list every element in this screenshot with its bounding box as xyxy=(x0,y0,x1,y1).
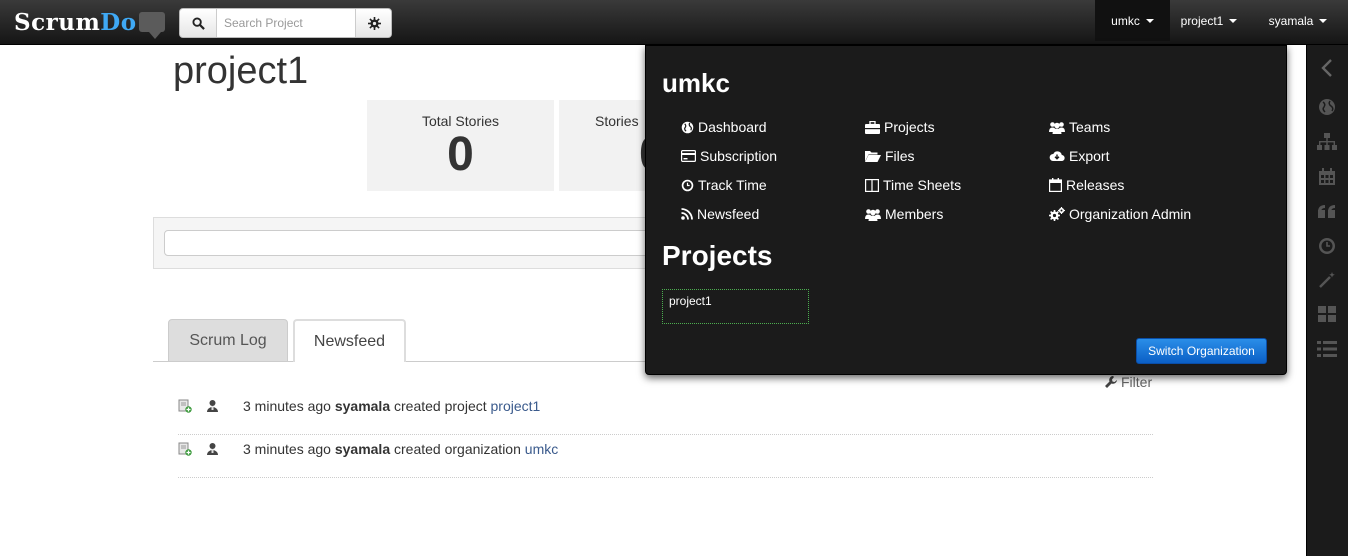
menu-item-time-sheets[interactable]: Time Sheets xyxy=(865,177,961,193)
project-created-icon xyxy=(178,399,192,413)
menu-item-label: Newsfeed xyxy=(697,206,760,222)
clock-icon[interactable] xyxy=(1316,235,1338,257)
clock-icon xyxy=(681,179,694,191)
search-button[interactable] xyxy=(180,9,217,37)
rss-icon xyxy=(681,208,693,220)
menu-item-label: Files xyxy=(885,148,915,164)
feed-item: 3 minutes ago syamala created organizati… xyxy=(178,435,1153,478)
menu-item-label: Organization Admin xyxy=(1069,206,1192,222)
menu-item-files[interactable]: Files xyxy=(865,148,915,164)
menu-item-projects[interactable]: Projects xyxy=(865,119,935,135)
menu-item-export[interactable]: Export xyxy=(1049,148,1109,164)
feed-action: created project xyxy=(394,398,487,414)
dropdown-org-title: umkc xyxy=(662,68,730,98)
filter-label: Filter xyxy=(1121,374,1153,390)
nav-user-dropdown[interactable]: syamala xyxy=(1258,0,1338,41)
nav-org-label: umkc xyxy=(1111,13,1140,28)
right-sidebar xyxy=(1306,45,1348,556)
menu-item-label: Time Sheets xyxy=(883,177,962,193)
switch-organization-button[interactable]: Switch Organization xyxy=(1136,338,1267,364)
group-icon xyxy=(865,208,881,221)
menu-item-label: Track Time xyxy=(698,177,767,193)
menu-item-label: Releases xyxy=(1066,177,1125,193)
menu-item-label: Teams xyxy=(1069,119,1111,135)
organization-created-icon xyxy=(178,442,192,456)
user-icon xyxy=(207,443,218,455)
columns-icon xyxy=(865,178,879,192)
feed-user[interactable]: syamala xyxy=(335,398,390,414)
feed-text: 3 minutes ago syamala created project pr… xyxy=(243,398,540,414)
folder-open-icon xyxy=(865,151,881,162)
list-icon[interactable] xyxy=(1316,338,1338,360)
briefcase-icon xyxy=(865,120,880,134)
gear-icon xyxy=(367,16,381,30)
menu-item-track-time[interactable]: Track Time xyxy=(681,177,767,193)
feed-time: 3 minutes ago xyxy=(243,398,331,414)
tab-scrum-log[interactable]: Scrum Log xyxy=(168,319,288,362)
menu-item-label: Dashboard xyxy=(698,119,767,135)
search-input[interactable] xyxy=(218,9,354,37)
dashboard-grid-icon[interactable] xyxy=(1316,303,1338,325)
sitemap-icon[interactable] xyxy=(1316,131,1338,153)
menu-item-label: Subscription xyxy=(700,148,778,164)
chevron-down-icon xyxy=(1319,18,1328,23)
feed-item: 3 minutes ago syamala created project pr… xyxy=(178,392,1153,435)
feed-action: created organization xyxy=(394,441,521,457)
menu-item-organization-admin[interactable]: Organization Admin xyxy=(1049,206,1191,222)
calendar-icon[interactable] xyxy=(1316,166,1338,188)
organization-dropdown-menu: umkc Dashboard Projects Teams Subscripti… xyxy=(645,45,1287,375)
search-settings-button[interactable] xyxy=(355,9,391,37)
filter-button[interactable]: Filter xyxy=(1104,374,1152,390)
quick-add-well xyxy=(153,217,684,269)
magic-wand-icon[interactable] xyxy=(1316,269,1338,291)
top-navbar: ScrumDo umkc project1 syamala xyxy=(0,0,1348,45)
menu-item-releases[interactable]: Releases xyxy=(1049,177,1124,193)
project-search xyxy=(179,8,392,38)
wrench-icon xyxy=(1105,376,1117,388)
calendar-icon xyxy=(1049,178,1062,192)
feed-target-link[interactable]: umkc xyxy=(525,441,558,457)
quick-add-input[interactable] xyxy=(164,230,684,256)
globe-icon xyxy=(681,121,694,133)
quote-icon[interactable] xyxy=(1316,201,1338,223)
cogs-icon xyxy=(1049,207,1065,221)
credit-card-icon xyxy=(681,150,696,162)
menu-item-subscription[interactable]: Subscription xyxy=(681,148,777,164)
chevron-down-icon xyxy=(1229,18,1238,23)
stat-value: 0 xyxy=(447,128,474,181)
logo-scrum-text: Scrum xyxy=(14,9,101,36)
menu-item-label: Export xyxy=(1069,148,1110,164)
menu-item-newsfeed[interactable]: Newsfeed xyxy=(681,206,759,222)
project-tile[interactable]: project1 xyxy=(662,289,809,324)
page-title: project1 xyxy=(173,50,309,92)
globe-icon[interactable] xyxy=(1316,96,1338,118)
nav-project-dropdown[interactable]: project1 xyxy=(1170,0,1248,41)
search-icon xyxy=(191,16,205,30)
stat-label: Total Stories xyxy=(421,113,500,129)
chevron-down-icon xyxy=(1145,18,1154,23)
stat-total-stories: Total Stories 0 xyxy=(367,100,554,191)
feed-user[interactable]: syamala xyxy=(335,441,390,457)
cloud-download-icon xyxy=(1049,151,1065,162)
collapse-chevron-left-icon[interactable] xyxy=(1316,57,1338,79)
logo-do-text: Do xyxy=(100,9,137,36)
scrumdo-logo[interactable]: ScrumDo xyxy=(14,9,137,36)
nav-user-label: syamala xyxy=(1268,13,1314,28)
feed-time: 3 minutes ago xyxy=(243,441,331,457)
tab-newsfeed[interactable]: Newsfeed xyxy=(293,319,406,362)
menu-item-teams[interactable]: Teams xyxy=(1049,119,1110,135)
group-icon xyxy=(1049,121,1065,134)
feed-target-link[interactable]: project1 xyxy=(491,398,541,414)
nav-org-dropdown[interactable]: umkc xyxy=(1095,0,1170,41)
nav-project-label: project1 xyxy=(1180,13,1224,28)
user-icon xyxy=(207,400,218,412)
feed-text: 3 minutes ago syamala created organizati… xyxy=(243,441,558,457)
menu-item-dashboard[interactable]: Dashboard xyxy=(681,119,767,135)
menu-item-members[interactable]: Members xyxy=(865,206,943,222)
dropdown-projects-heading: Projects xyxy=(662,240,773,271)
menu-item-label: Members xyxy=(885,206,944,222)
menu-item-label: Projects xyxy=(884,119,935,135)
chat-icon[interactable] xyxy=(139,12,165,39)
